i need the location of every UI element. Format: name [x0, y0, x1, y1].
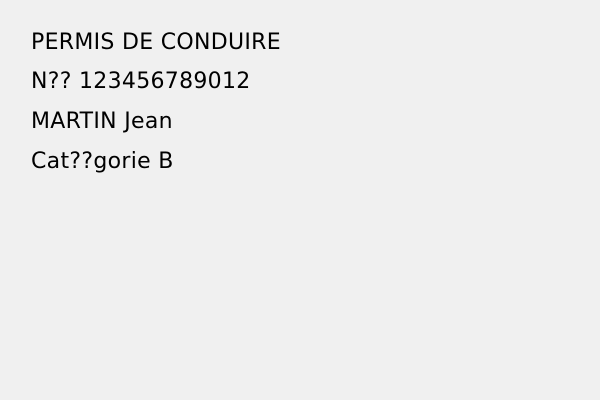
document-title: PERMIS DE CONDUIRE	[31, 30, 281, 55]
license-number: N?? 123456789012	[31, 69, 251, 94]
license-category: Cat??gorie B	[31, 149, 174, 174]
license-card: PERMIS DE CONDUIRE N?? 123456789012 MART…	[0, 0, 600, 400]
holder-name: MARTIN Jean	[31, 109, 173, 134]
